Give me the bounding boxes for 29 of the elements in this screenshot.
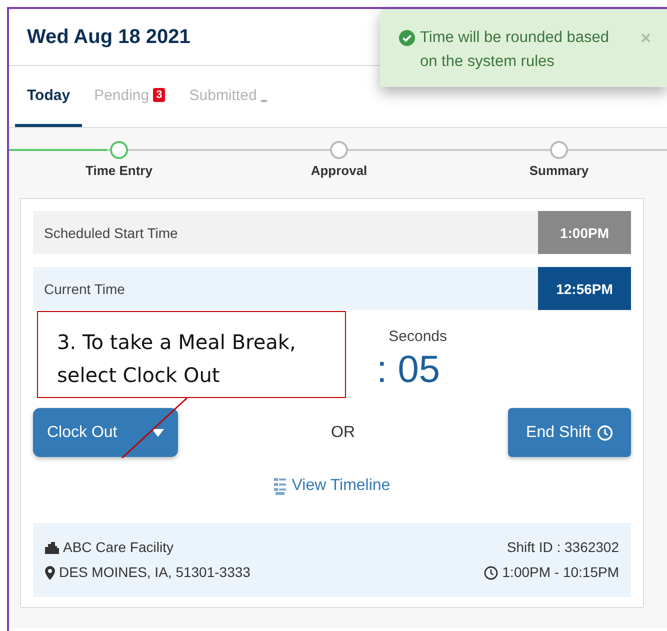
time-label: Scheduled Start Time (43, 224, 178, 240)
timer-value: : 05 (376, 349, 440, 392)
or-text: OR (331, 424, 355, 442)
check-circle-icon (399, 30, 415, 46)
callout-text: 3. To take a Meal Break, select Clock Out (57, 330, 296, 387)
clock-icon (484, 566, 498, 580)
time-label: Current Time (43, 280, 125, 296)
building-icon (45, 542, 59, 554)
location-pin-icon (45, 566, 55, 580)
clock-icon (596, 424, 613, 440)
facility-name: ABC Care Facility (63, 538, 174, 557)
clock-out-button[interactable]: Clock Out (33, 408, 178, 457)
step-label: Summary (529, 163, 589, 178)
shift-hours: 1:00PM - 10:15PM (502, 563, 619, 582)
tab[interactable]: Pending 3 (82, 66, 178, 127)
shift-id: Shift ID : 3362302 (506, 538, 619, 557)
date-title: Wed Aug 18 2021 (27, 26, 190, 48)
timer-label: Seconds (388, 328, 447, 345)
end-shift-button[interactable]: End Shift (508, 408, 631, 457)
address: DES MOINES, IA, 51301-3333 (59, 563, 250, 582)
timeline-icon (274, 478, 286, 494)
time-value: 12:56PM (538, 267, 631, 310)
count-badge: 3 (153, 88, 166, 102)
step-label: Approval (310, 163, 368, 178)
view-timeline-link[interactable]: View Timeline (274, 477, 390, 495)
toast-message: Time will be rounded based on the system rules (420, 28, 610, 72)
step-label: Time Entry (86, 163, 152, 178)
caret-icon (152, 428, 164, 436)
time-value: 1:00PM (538, 211, 631, 254)
